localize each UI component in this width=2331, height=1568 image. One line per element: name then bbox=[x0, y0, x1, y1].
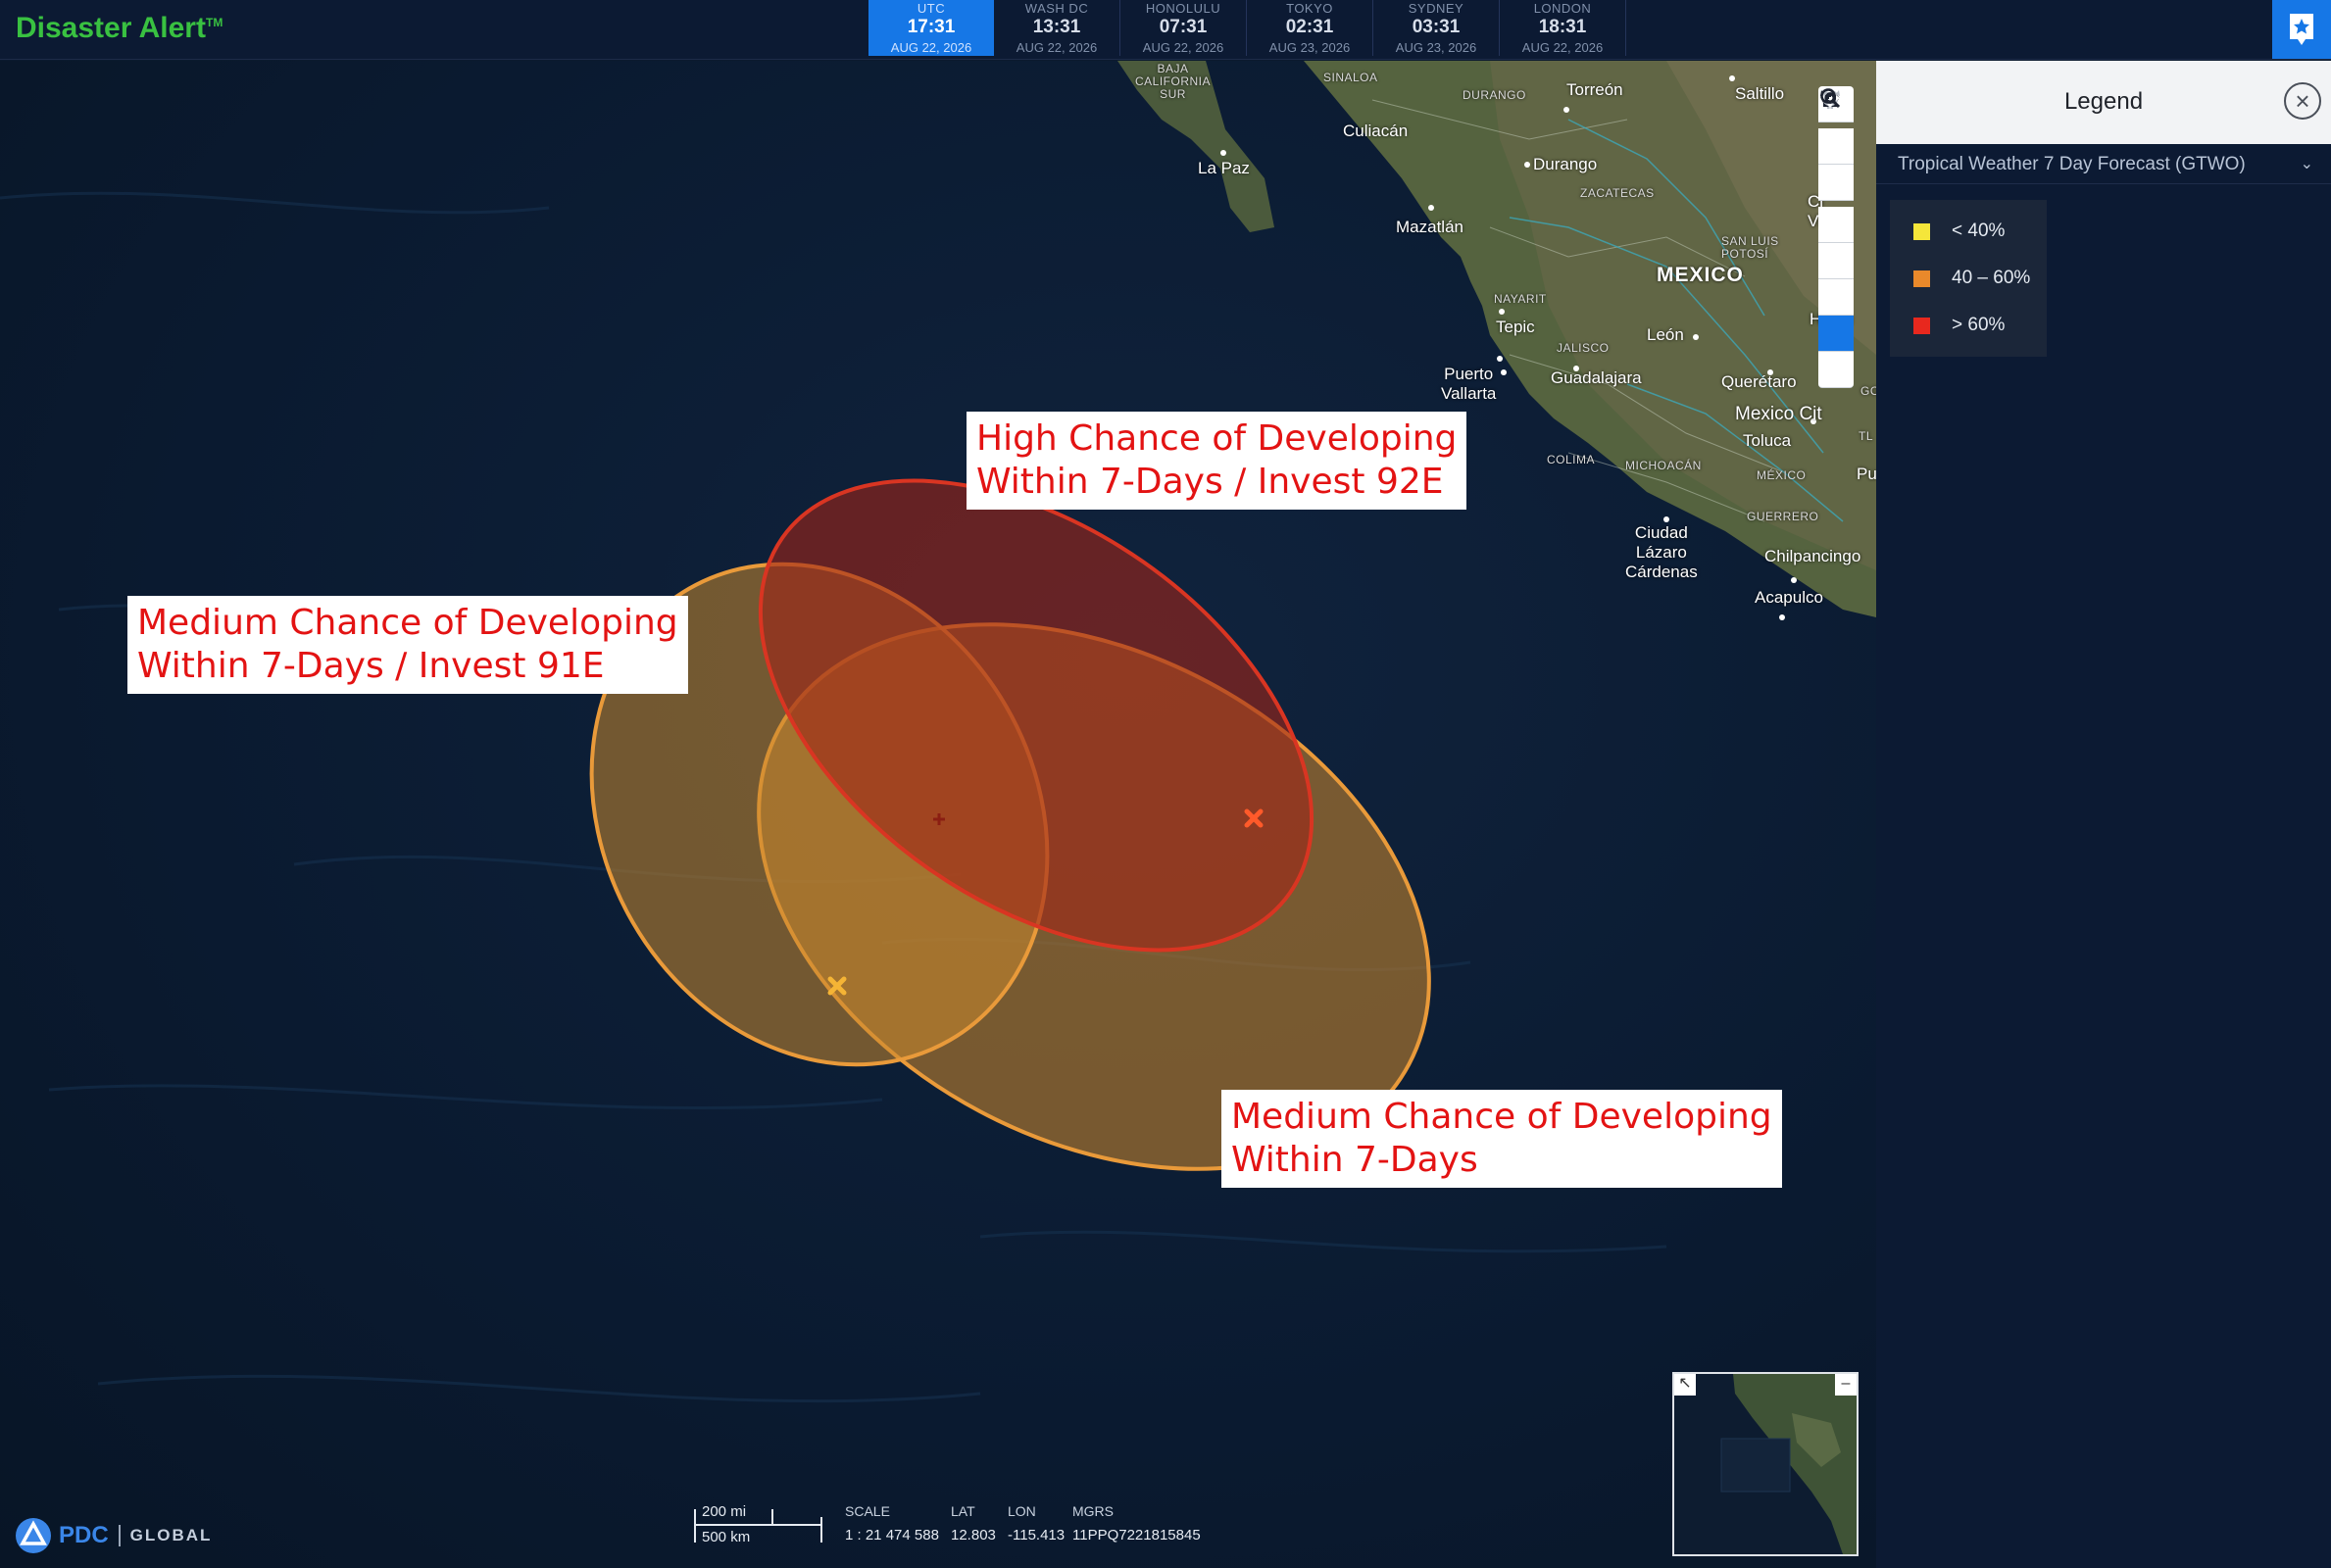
rotate-right-button[interactable] bbox=[1818, 89, 1854, 316]
overview-collapse-button[interactable]: – bbox=[1835, 1374, 1857, 1396]
clock-london[interactable]: LONDON 18:31 AUG 22, 2026 bbox=[1500, 0, 1626, 56]
scale-miles: 200 mi bbox=[702, 1503, 747, 1520]
label-guerrero: GUERRERO bbox=[1747, 510, 1819, 523]
annotation-high-chance-92e: High Chance of Developing Within 7-Days /… bbox=[967, 412, 1467, 510]
map-layer bbox=[0, 61, 1876, 1403]
rotate-left-button[interactable] bbox=[1818, 89, 1854, 279]
home-button[interactable] bbox=[1818, 89, 1854, 243]
legend-swatch-high bbox=[1913, 317, 1930, 334]
label-mexico-city: Mexico Cit bbox=[1735, 404, 1822, 424]
label-lazaro-cardenas: Ciudad Lázaro Cárdenas bbox=[1625, 523, 1698, 581]
zoom-in-button[interactable] bbox=[1818, 89, 1854, 165]
label-colima: COLIMA bbox=[1547, 453, 1596, 466]
clock-tokyo[interactable]: TOKYO 02:31 AUG 23, 2026 bbox=[1247, 0, 1373, 56]
magnifier-icon bbox=[1820, 88, 1841, 109]
label-torreon: Torreón bbox=[1566, 80, 1623, 99]
pdc-global-logo[interactable]: PDC GLOBAL bbox=[14, 1517, 212, 1554]
readout-lat: LAT 12.803 bbox=[951, 1503, 996, 1544]
label-baja-california-sur: BAJA CALIFORNIA SUR bbox=[1135, 62, 1212, 101]
label-culiacan: Culiacán bbox=[1343, 122, 1409, 140]
label-saltillo: Saltillo bbox=[1735, 84, 1785, 103]
readout-mgrs: MGRS 11PPQ7221815845 bbox=[1072, 1503, 1201, 1544]
label-nayarit: NAYARIT bbox=[1494, 292, 1547, 306]
legend-item-high: > 60% bbox=[1890, 302, 2047, 349]
scale-kilometers: 500 km bbox=[702, 1529, 751, 1545]
scale-bar: 200 mi 500 km bbox=[694, 1503, 825, 1545]
clock-wash-dc[interactable]: WASH DC 13:31 AUG 22, 2026 bbox=[994, 0, 1120, 56]
label-go: GO bbox=[1860, 384, 1876, 398]
chevron-down-icon: ⌄ bbox=[2300, 156, 2313, 172]
label-durango-state: DURANGO bbox=[1463, 88, 1526, 102]
label-leon: León bbox=[1647, 325, 1684, 344]
legend-item-medium: 40 – 60% bbox=[1890, 255, 2047, 302]
label-pu: Pu bbox=[1857, 465, 1876, 483]
expand-arrow-icon: ↖ bbox=[1678, 1375, 1692, 1392]
label-zacatecas: ZACATECAS bbox=[1580, 186, 1655, 200]
legend-item-low: < 40% bbox=[1890, 208, 2047, 255]
zoom-out-button[interactable] bbox=[1818, 96, 1854, 201]
label-durango: Durango bbox=[1533, 155, 1598, 173]
label-mazatlan: Mazatlán bbox=[1396, 218, 1463, 236]
bookmark-star-icon bbox=[2290, 14, 2313, 45]
pdc-logo-icon bbox=[16, 1518, 51, 1553]
map-canvas[interactable]: BAJA CALIFORNIA SUR SINALOA DURANGO Torreó… bbox=[0, 61, 1876, 1568]
legend-panel: Legend × Tropical Weather 7 Day Forecast… bbox=[1876, 61, 2331, 1568]
label-michoacan: MICHOACÁN bbox=[1625, 459, 1702, 472]
label-jalisco: JALISCO bbox=[1557, 341, 1610, 355]
app-title[interactable]: Disaster AlertTM bbox=[16, 12, 223, 45]
legend-layer-toggle[interactable]: Tropical Weather 7 Day Forecast (GTWO) ⌄ bbox=[1876, 144, 2331, 184]
clock-utc[interactable]: UTC 17:31 AUG 22, 2026 bbox=[868, 0, 994, 56]
label-queretaro: Querétaro bbox=[1721, 372, 1797, 391]
close-icon: × bbox=[2295, 85, 2310, 116]
clock-honolulu[interactable]: HONOLULU 07:31 AUG 22, 2026 bbox=[1120, 0, 1247, 56]
label-tepic: Tepic bbox=[1496, 318, 1535, 336]
legend-swatch-medium bbox=[1913, 270, 1930, 287]
zoom-box-button[interactable] bbox=[1818, 88, 1854, 388]
label-acapulco: Acapulco bbox=[1755, 588, 1823, 607]
label-mexico-state: MÉXICO bbox=[1757, 468, 1807, 482]
legend-close-button[interactable]: × bbox=[2284, 82, 2321, 120]
legend-title: Legend bbox=[2063, 88, 2144, 115]
label-guadalajara: Guadalajara bbox=[1551, 368, 1642, 387]
annotation-medium-chance: Medium Chance of Developing Within 7-Days bbox=[1221, 1090, 1782, 1188]
minus-icon: – bbox=[1841, 1375, 1851, 1392]
label-toluca: Toluca bbox=[1743, 431, 1792, 450]
annotation-medium-chance-91e: Medium Chance of Developing Within 7-Days… bbox=[127, 596, 688, 694]
legend-swatch-low bbox=[1913, 222, 1930, 240]
footer-divider bbox=[118, 1525, 121, 1546]
legend-header: Legend × bbox=[1876, 61, 2331, 144]
world-clocks: UTC 17:31 AUG 22, 2026 WASH DC 13:31 AUG… bbox=[868, 0, 1626, 56]
legend-items: < 40% 40 – 60% > 60% bbox=[1890, 200, 2047, 357]
overview-map[interactable]: ↖ – bbox=[1672, 1372, 1859, 1556]
overview-map-image bbox=[1720, 1374, 1857, 1554]
clock-sydney[interactable]: SYDNEY 03:31 AUG 23, 2026 bbox=[1373, 0, 1500, 56]
label-la-paz: La Paz bbox=[1198, 159, 1250, 177]
top-bar: Disaster AlertTM UTC 17:31 AUG 22, 2026 … bbox=[0, 0, 2331, 60]
label-sinaloa: SINALOA bbox=[1323, 71, 1378, 84]
map-toolbar bbox=[1818, 86, 1854, 388]
label-chilpancingo: Chilpancingo bbox=[1764, 547, 1861, 565]
label-puerto-vallarta: Puerto Vallarta bbox=[1441, 365, 1497, 403]
label-tl: TL bbox=[1859, 429, 1874, 443]
alerts-menu-button[interactable] bbox=[2272, 0, 2331, 59]
label-mexico: MEXICO bbox=[1657, 264, 1744, 286]
pan-button[interactable] bbox=[1818, 88, 1854, 352]
label-san-luis-potosi: SAN LUIS POTOSÍ bbox=[1721, 234, 1779, 261]
readout-scale: SCALE 1 : 21 474 588 bbox=[845, 1503, 939, 1544]
readout-lon: LON -115.413 bbox=[1008, 1503, 1066, 1544]
overview-expand-button[interactable]: ↖ bbox=[1674, 1374, 1696, 1396]
